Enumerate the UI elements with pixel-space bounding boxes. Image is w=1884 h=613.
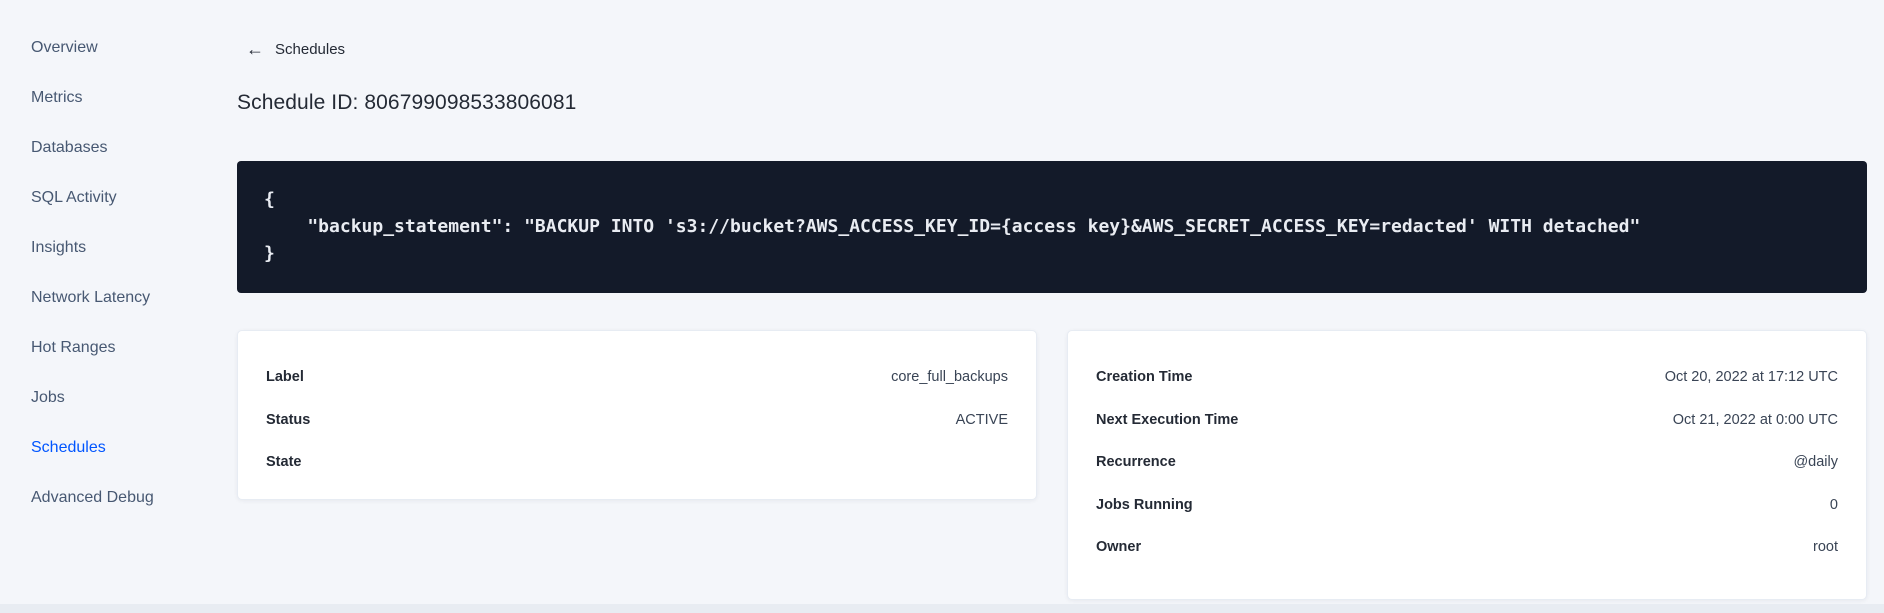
sidebar-item-network-latency[interactable]: Network Latency [0,273,225,323]
code-line: } [264,243,275,264]
row-label: Jobs Running [1096,496,1193,513]
sidebar-item-insights[interactable]: Insights [0,223,225,273]
schedule-detail-page: ← Schedules Schedule ID: 806799098533806… [237,0,1867,613]
detail-row-recurrence: Recurrence @daily [1096,441,1838,484]
sidebar-item-databases[interactable]: Databases [0,123,225,173]
row-value: Oct 21, 2022 at 0:00 UTC [1672,411,1838,428]
sidebar-item-label: Metrics [31,89,83,106]
detail-row-state: State [266,441,1008,484]
row-value: root [1813,539,1838,556]
sidebar-item-label: Jobs [31,389,65,406]
row-value: 0 [1829,496,1838,513]
sidebar-item-label: Advanced Debug [31,489,154,506]
sidebar-item-label: Insights [31,239,87,256]
back-to-schedules-link[interactable]: ← Schedules [246,40,345,58]
detail-row-owner: Owner root [1096,526,1838,569]
sidebar-item-metrics[interactable]: Metrics [0,73,225,123]
schedule-summary-card: Label core_full_backups Status ACTIVE St… [237,330,1037,500]
detail-row-jobs-running: Jobs Running 0 [1096,484,1838,527]
backup-statement-code-block: { "backup_statement": "BACKUP INTO 's3:/… [237,161,1867,293]
detail-cards-row: Label core_full_backups Status ACTIVE St… [237,330,1867,600]
sidebar-item-label: Schedules [31,439,106,456]
detail-row-status: Status ACTIVE [266,399,1008,442]
sidebar-item-hot-ranges[interactable]: Hot Ranges [0,323,225,373]
sidebar-item-label: Databases [31,139,108,156]
sidebar-item-label: Overview [31,39,98,56]
sidebar-item-label: SQL Activity [31,189,117,206]
detail-row-creation-time: Creation Time Oct 20, 2022 at 17:12 UTC [1096,356,1838,399]
arrow-left-icon: ← [246,39,264,59]
row-value: ACTIVE [955,411,1008,428]
row-label: Next Execution Time [1096,411,1239,428]
code-line: { [264,189,275,210]
sidebar-item-label: Network Latency [31,289,151,306]
code-line: "backup_statement": "BACKUP INTO 's3://b… [264,216,1641,237]
row-label: Owner [1096,539,1142,556]
sidebar-item-label: Hot Ranges [31,339,116,356]
row-label: Label [266,369,304,386]
row-label: State [266,454,302,471]
sidebar-item-advanced-debug[interactable]: Advanced Debug [0,473,225,523]
detail-row-next-execution-time: Next Execution Time Oct 21, 2022 at 0:00… [1096,399,1838,442]
sidebar-item-overview[interactable]: Overview [0,23,225,73]
bottom-edge-strip [0,604,1884,613]
row-label: Status [266,411,311,428]
row-label: Recurrence [1096,454,1176,471]
schedule-timing-card: Creation Time Oct 20, 2022 at 17:12 UTC … [1067,330,1867,600]
row-value: Oct 20, 2022 at 17:12 UTC [1664,369,1838,386]
sidebar: Overview Metrics Databases SQL Activity … [0,23,225,523]
back-link-label: Schedules [275,40,346,58]
detail-row-label: Label core_full_backups [266,356,1008,399]
sidebar-item-schedules[interactable]: Schedules [0,423,225,473]
row-value: @daily [1793,454,1838,471]
page-title: Schedule ID: 806799098533806081 [237,91,577,114]
row-value: core_full_backups [891,369,1008,386]
sidebar-item-jobs[interactable]: Jobs [0,373,225,423]
sidebar-item-sql-activity[interactable]: SQL Activity [0,173,225,223]
row-label: Creation Time [1096,369,1193,386]
